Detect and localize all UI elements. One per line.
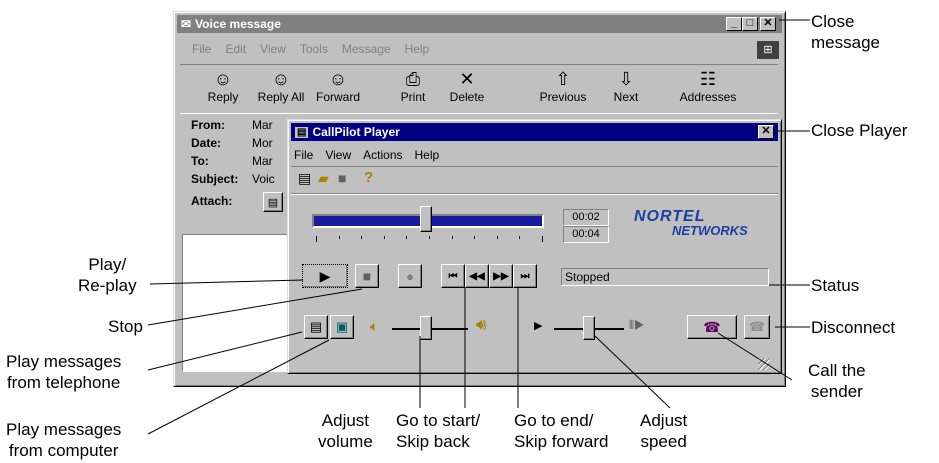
callout-status: Status xyxy=(811,276,860,295)
callout-go-end: Go to end/ Skip forward xyxy=(514,411,609,451)
callout-adjust-volume: Adjust volume xyxy=(318,411,373,451)
callout-play-phone: Play messages from telephone xyxy=(6,352,122,392)
callout-call-sender: Call the sender xyxy=(808,361,866,401)
callout-play-replay: Play/ Re-play xyxy=(78,255,137,295)
callout-play-computer: Play messages from computer xyxy=(6,420,122,460)
callout-lines xyxy=(147,19,810,435)
callout-stop: Stop xyxy=(108,317,143,336)
callout-close-player: Close Player xyxy=(811,121,908,140)
callout-go-start: Go to start/ Skip back xyxy=(396,411,481,451)
callout-adjust-speed: Adjust speed xyxy=(640,411,688,451)
callout-close-message: Close message xyxy=(811,12,880,52)
callout-disconnect: Disconnect xyxy=(811,318,896,337)
